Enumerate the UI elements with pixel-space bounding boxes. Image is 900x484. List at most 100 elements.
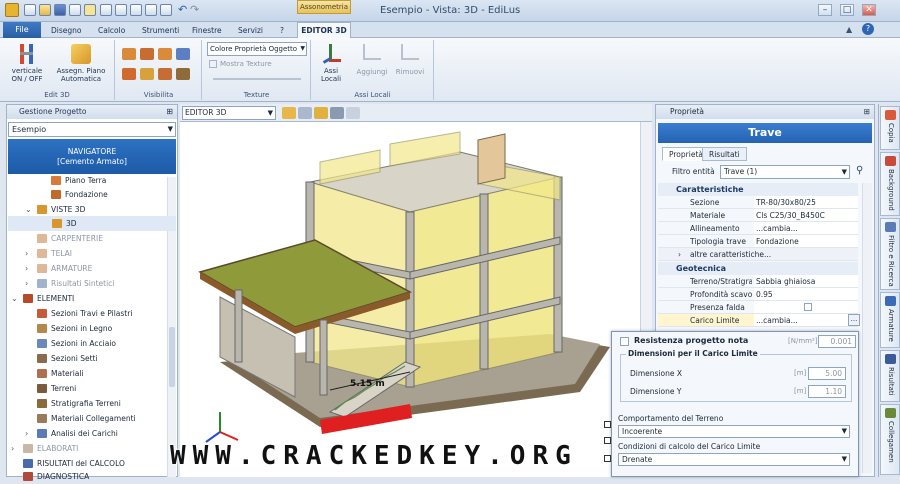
side-tab-filtro[interactable]: Filtro e Ricerca <box>880 218 900 290</box>
tab-servizi[interactable]: Servizi <box>232 24 269 38</box>
section-geotecnica[interactable]: Geotecnica <box>658 262 858 275</box>
prop-value[interactable]: Cls C25/30_B450C <box>754 209 858 221</box>
expand-icon[interactable]: › <box>11 441 14 456</box>
expand-icon[interactable]: › <box>25 261 28 276</box>
side-tab-copia[interactable]: Copia <box>880 106 900 150</box>
prop-value[interactable]: Fondazione <box>754 235 858 247</box>
tab-file[interactable]: File <box>3 22 41 38</box>
tree-item-3d[interactable]: 3D <box>8 216 176 231</box>
view-icon-4[interactable] <box>346 107 360 119</box>
new-icon[interactable] <box>24 4 36 16</box>
redo-icon[interactable]: ↷ <box>190 3 199 16</box>
collapse-icon[interactable]: ⌄ <box>25 202 32 217</box>
resistenza-input[interactable]: 0.001 <box>818 335 856 348</box>
side-tab-background[interactable]: Background <box>880 152 900 216</box>
side-tab-risultati[interactable]: Risultati <box>880 350 900 402</box>
tab-help[interactable]: ? <box>274 24 290 38</box>
remove-axis-button[interactable]: Rimuovi <box>392 42 428 76</box>
tab-strumenti[interactable]: Strumenti <box>136 24 185 38</box>
prop-value[interactable]: TR-80/30x80/25 <box>754 196 858 208</box>
delete-icon[interactable] <box>160 4 172 16</box>
expand-icon[interactable]: › <box>25 276 28 291</box>
section-caratteristiche[interactable]: Caratteristiche <box>658 183 858 196</box>
auto-plane-button[interactable]: Assegn. Piano Automatica <box>52 42 110 83</box>
tree-label-materiali: Materiali <box>51 369 84 378</box>
vertical-toggle-button[interactable]: verticale ON / OFF <box>6 42 48 83</box>
app-icon[interactable] <box>5 3 19 17</box>
properties-scrollbar[interactable] <box>862 183 872 473</box>
paste-icon[interactable] <box>145 4 157 16</box>
view-icon-2[interactable] <box>314 107 328 119</box>
undo-icon[interactable]: ↶ <box>178 3 187 16</box>
local-axes-button[interactable]: Assi Locali <box>316 42 346 83</box>
vis-wall-icon-2[interactable] <box>140 68 154 80</box>
tab-calcolo[interactable]: Calcolo <box>92 24 131 38</box>
resize-handle[interactable] <box>604 421 611 428</box>
maximize-button[interactable]: □ <box>840 4 854 16</box>
tree-label-viste-3d: VISTE 3D <box>51 205 86 214</box>
falda-checkbox[interactable] <box>804 303 812 311</box>
side-tab-collegamenti[interactable]: Collegamen <box>880 404 900 475</box>
select-icon[interactable] <box>84 4 96 16</box>
tab-risultati[interactable]: Risultati <box>702 147 747 161</box>
save-icon[interactable] <box>54 4 66 16</box>
prop-value[interactable]: ...cambia... <box>754 222 858 234</box>
copy-icon[interactable] <box>130 4 142 16</box>
dimy-input[interactable]: 1.10 <box>808 385 846 398</box>
dimx-input[interactable]: 5.00 <box>808 367 846 380</box>
pin-icon[interactable]: ⊞ <box>166 105 173 119</box>
search-icon[interactable]: ⚲ <box>856 165 863 176</box>
close-button[interactable]: ✕ <box>862 4 876 16</box>
prop-value[interactable]: 0.95 <box>754 288 858 300</box>
prop-value[interactable]: ...cambia... <box>754 314 858 326</box>
project-selector[interactable]: Esempio ▼ <box>8 122 176 137</box>
prop-row[interactable]: Carico Limite ...cambia...... <box>658 314 860 327</box>
cut-icon[interactable] <box>115 4 127 16</box>
vis-beam-icon-3[interactable] <box>158 48 172 60</box>
wand-icon[interactable] <box>100 4 112 16</box>
vis-beam-icon-1[interactable] <box>122 48 136 60</box>
prop-row[interactable]: Presenza falda <box>658 301 858 314</box>
prop-row[interactable]: Sezione TR-80/30x80/25 <box>658 196 858 209</box>
vis-wall-icon-4[interactable] <box>176 68 190 80</box>
3d-viewport[interactable]: 5.15 m <box>180 122 640 477</box>
view-icon-1[interactable] <box>298 107 312 119</box>
prop-row[interactable]: Terreno/Stratigrafi Sabbia ghiaiosa <box>658 275 858 288</box>
folder-icon[interactable] <box>282 107 296 119</box>
prop-row[interactable]: Tipologia trave Fondazione <box>658 235 858 248</box>
prop-value[interactable]: Sabbia ghiaiosa <box>754 275 858 287</box>
view-icon-3[interactable] <box>330 107 344 119</box>
help-icon[interactable]: ? <box>862 23 874 35</box>
comportamento-dropdown[interactable]: Incoerente ▼ <box>618 425 850 438</box>
prop-row[interactable]: Profondità scavo ri0.95 <box>658 288 858 301</box>
prop-row[interactable]: Allineamento ...cambia... <box>658 222 858 235</box>
vis-beam-icon-4[interactable] <box>176 48 190 60</box>
expand-icon[interactable]: › <box>25 426 28 441</box>
filter-dropdown[interactable]: Trave (1) ▼ <box>720 165 850 179</box>
resistenza-checkbox[interactable] <box>620 337 629 346</box>
prop-row[interactable]: Materiale Cls C25/30_B450C <box>658 209 858 222</box>
vis-wall-icon-3[interactable] <box>158 68 172 80</box>
minimize-button[interactable]: – <box>818 4 832 16</box>
texture-slider[interactable] <box>213 78 301 80</box>
ellipsis-button[interactable]: ... <box>848 314 860 326</box>
ribbon-collapse-icon[interactable]: ▲ <box>846 25 852 34</box>
collapse-icon[interactable]: ⌄ <box>11 291 18 306</box>
vis-wall-icon-1[interactable] <box>122 68 136 80</box>
view-selector[interactable]: EDITOR 3D ▼ <box>182 106 276 120</box>
show-texture-checkbox[interactable]: Mostra Texture <box>209 60 272 68</box>
group-visibilita: Visibilita <box>116 40 202 100</box>
open-icon[interactable] <box>39 4 51 16</box>
more-properties-row[interactable]: › altre caratteristiche... <box>658 248 858 261</box>
texture-color-dropdown[interactable]: Colore Proprietà Oggetto ▼ <box>207 42 307 56</box>
print-icon[interactable] <box>69 4 81 16</box>
vis-beam-icon-2[interactable] <box>140 48 154 60</box>
tab-editor-3d[interactable]: EDITOR 3D <box>297 22 351 39</box>
tab-finestre[interactable]: Finestre <box>186 24 228 38</box>
add-axis-button[interactable]: Aggiungi <box>354 42 390 76</box>
expand-icon[interactable]: › <box>25 246 28 261</box>
tab-disegno[interactable]: Disegno <box>45 24 87 38</box>
pin-icon[interactable]: ⊞ <box>864 105 870 119</box>
side-tab-armature[interactable]: Armature <box>880 292 900 348</box>
side-tab-armature-label: Armature <box>887 309 895 342</box>
